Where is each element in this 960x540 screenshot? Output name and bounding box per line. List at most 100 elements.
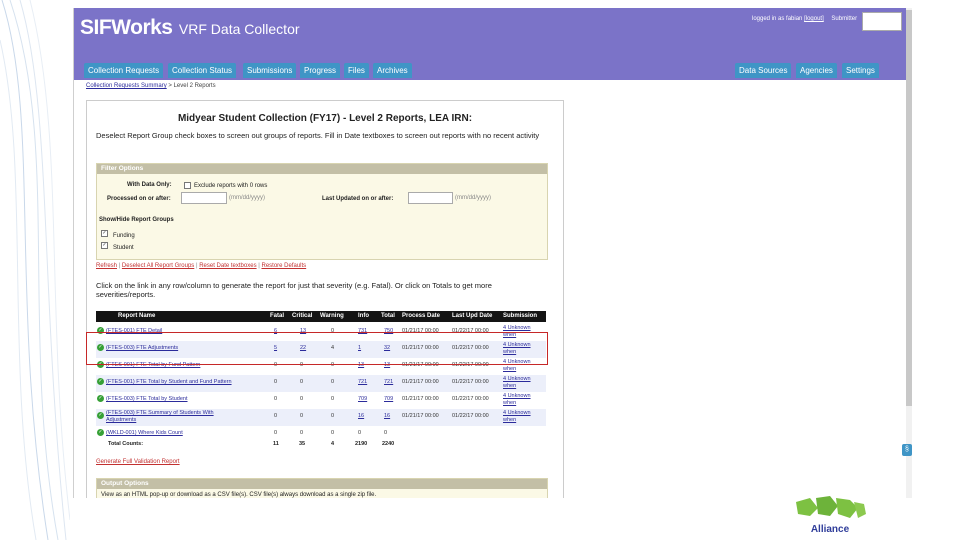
processed-label: Processed on or after: xyxy=(107,196,171,202)
report-name-link[interactable]: (FTES-003) FTE Total by Student xyxy=(106,396,188,402)
updated-date-input[interactable] xyxy=(408,192,453,204)
restore-defaults-link[interactable]: Restore Defaults xyxy=(261,263,306,269)
submission-link-when[interactable]: when xyxy=(503,366,516,373)
cell-info[interactable]: 709 xyxy=(358,396,367,402)
tab-collection-status[interactable]: Collection Status xyxy=(168,63,237,78)
totals-row: Total Counts: 11 35 4 2190 2240 xyxy=(96,439,546,449)
reset-dates-link[interactable]: Reset Date textboxes xyxy=(199,263,256,269)
filter-options-panel: Filter Options With Data Only: Exclude r… xyxy=(96,163,548,260)
generate-full-report-link[interactable]: Generate Full Validation Report xyxy=(96,459,180,465)
action-separator: | xyxy=(195,263,198,269)
submission-link-when[interactable]: when xyxy=(503,417,516,424)
exclude-empty-checkbox[interactable] xyxy=(184,182,191,189)
tab-data-sources[interactable]: Data Sources xyxy=(735,63,792,78)
cell-critical: 0 xyxy=(300,430,304,436)
tab-settings[interactable]: Settings xyxy=(842,63,879,78)
cell-total[interactable]: 709 xyxy=(384,396,393,402)
col-submission: Submission xyxy=(503,313,538,319)
cell-fatal: 0 xyxy=(274,379,278,385)
col-process-date: Process Date xyxy=(402,313,441,319)
tab-collection-requests[interactable]: Collection Requests xyxy=(84,63,164,78)
funding-checkbox[interactable]: ✓ xyxy=(101,230,108,237)
table-row: ✓ (FTES-001) FTE Total by Student and Fun… xyxy=(96,375,546,392)
submitter-select[interactable] xyxy=(862,12,902,31)
funding-label: Funding xyxy=(113,233,135,239)
alliance-logo: Alliance xyxy=(788,494,872,538)
highlighted-rows-outline xyxy=(86,332,548,365)
report-name-link-continued[interactable]: Adjustments xyxy=(106,417,136,423)
submission-link[interactable]: 4 Unknown xyxy=(503,325,531,332)
cell-updated: 01/22/17 00:00 xyxy=(452,413,489,419)
exclude-empty-label: Exclude reports with 0 rows xyxy=(194,183,268,189)
output-options-heading: Output Options xyxy=(97,479,547,489)
submission-link[interactable]: 4 Unknown xyxy=(503,410,531,417)
action-separator: | xyxy=(118,263,121,269)
total-warning: 4 xyxy=(331,441,335,447)
with-data-label: With Data Only: xyxy=(127,182,172,188)
submission-link[interactable]: 4 Unknown xyxy=(503,376,531,383)
tab-submissions[interactable]: Submissions xyxy=(243,63,297,78)
tab-files[interactable]: Files xyxy=(344,63,369,78)
tab-progress[interactable]: Progress xyxy=(300,63,341,78)
slide-decoration xyxy=(0,0,70,540)
status-ok-icon: ✓ xyxy=(97,378,104,385)
total-critical: 35 xyxy=(299,441,306,447)
student-checkbox[interactable]: ✓ xyxy=(101,242,108,249)
total-label: Total Counts: xyxy=(108,441,144,447)
cell-total[interactable]: 721 xyxy=(384,379,393,385)
cell-info[interactable]: 721 xyxy=(358,379,367,385)
submission-link[interactable]: 4 Unknown xyxy=(503,393,531,400)
logout-link[interactable]: [logout] xyxy=(804,16,824,22)
login-prefix: logged in as xyxy=(752,16,785,22)
deselect-groups-link[interactable]: Deselect All Report Groups xyxy=(122,263,194,269)
submission-link-when[interactable]: when xyxy=(503,383,516,390)
submission-link-when[interactable]: when xyxy=(503,400,516,407)
cell-fatal: 0 xyxy=(274,413,278,419)
instructions-text: Click on the link in any row/column to g… xyxy=(96,281,492,299)
refresh-link[interactable]: Refresh xyxy=(96,263,117,269)
alliance-text: Alliance xyxy=(810,524,850,535)
breadcrumb-link[interactable]: Collection Requests Summary xyxy=(86,83,167,89)
cell-fatal: 0 xyxy=(274,396,278,402)
col-last-upd-date: Last Upd Date xyxy=(452,313,493,319)
cell-total[interactable]: 16 xyxy=(384,413,390,419)
processed-date-input[interactable] xyxy=(181,192,227,204)
status-ok-icon: ✓ xyxy=(97,429,104,436)
output-options-description: View as an HTML pop-up or download as a … xyxy=(101,492,377,498)
cell-info: 0 xyxy=(358,430,362,436)
cell-fatal: 0 xyxy=(274,430,278,436)
cell-process: 01/21/17 00:00 xyxy=(402,379,439,385)
cell-warning: 0 xyxy=(331,396,335,402)
cell-info[interactable]: 16 xyxy=(358,413,364,419)
submitter-label: Submitter xyxy=(831,16,858,22)
table-row: ✓ (FTES-003) FTE Total by Student 0 0 0 709 70… xyxy=(96,392,546,409)
cell-updated: 01/22/17 00:00 xyxy=(452,379,489,385)
cell-warning: 0 xyxy=(331,430,335,436)
filter-options-heading: Filter Options xyxy=(97,164,547,174)
cell-updated: 01/22/17 00:00 xyxy=(452,396,489,402)
table-row: ✓ (FTES-003) FTE Summary of Students With… xyxy=(96,409,546,426)
total-total: 2240 xyxy=(382,441,395,447)
report-name-link[interactable]: (WKLD-001) Where Kids Count xyxy=(106,430,183,436)
updated-label: Last Updated on or after: xyxy=(322,196,394,202)
browser-screenshot: SIFWorks VRF Data Collector logged in as… xyxy=(73,8,912,498)
report-name-link[interactable]: (FTES-001) FTE Total by Student and Fund… xyxy=(106,379,232,385)
status-ok-icon: ✓ xyxy=(97,395,104,402)
col-warning: Warning xyxy=(320,313,344,319)
cell-process: 01/21/17 00:00 xyxy=(402,396,439,402)
cell-critical: 0 xyxy=(300,379,304,385)
app-logo[interactable]: SIFWorks VRF Data Collector xyxy=(80,16,300,40)
col-info: Info xyxy=(358,313,369,319)
cell-critical: 0 xyxy=(300,413,304,419)
output-options-panel: Output Options View as an HTML pop-up or… xyxy=(96,478,548,498)
col-report-name: Report Name xyxy=(118,313,156,319)
side-widget-icon[interactable]: § xyxy=(902,444,912,456)
page-scrollbar-thumb[interactable] xyxy=(906,10,912,406)
alliance-hands-icon xyxy=(796,496,866,518)
tab-archives[interactable]: Archives xyxy=(373,63,412,78)
col-fatal: Fatal xyxy=(270,313,285,319)
tab-agencies[interactable]: Agencies xyxy=(796,63,837,78)
report-name-link[interactable]: (FTES-003) FTE Summary of Students With xyxy=(106,410,214,416)
intro-text: Deselect Report Group check boxes to scr… xyxy=(96,131,540,140)
cell-total: 0 xyxy=(384,430,388,436)
